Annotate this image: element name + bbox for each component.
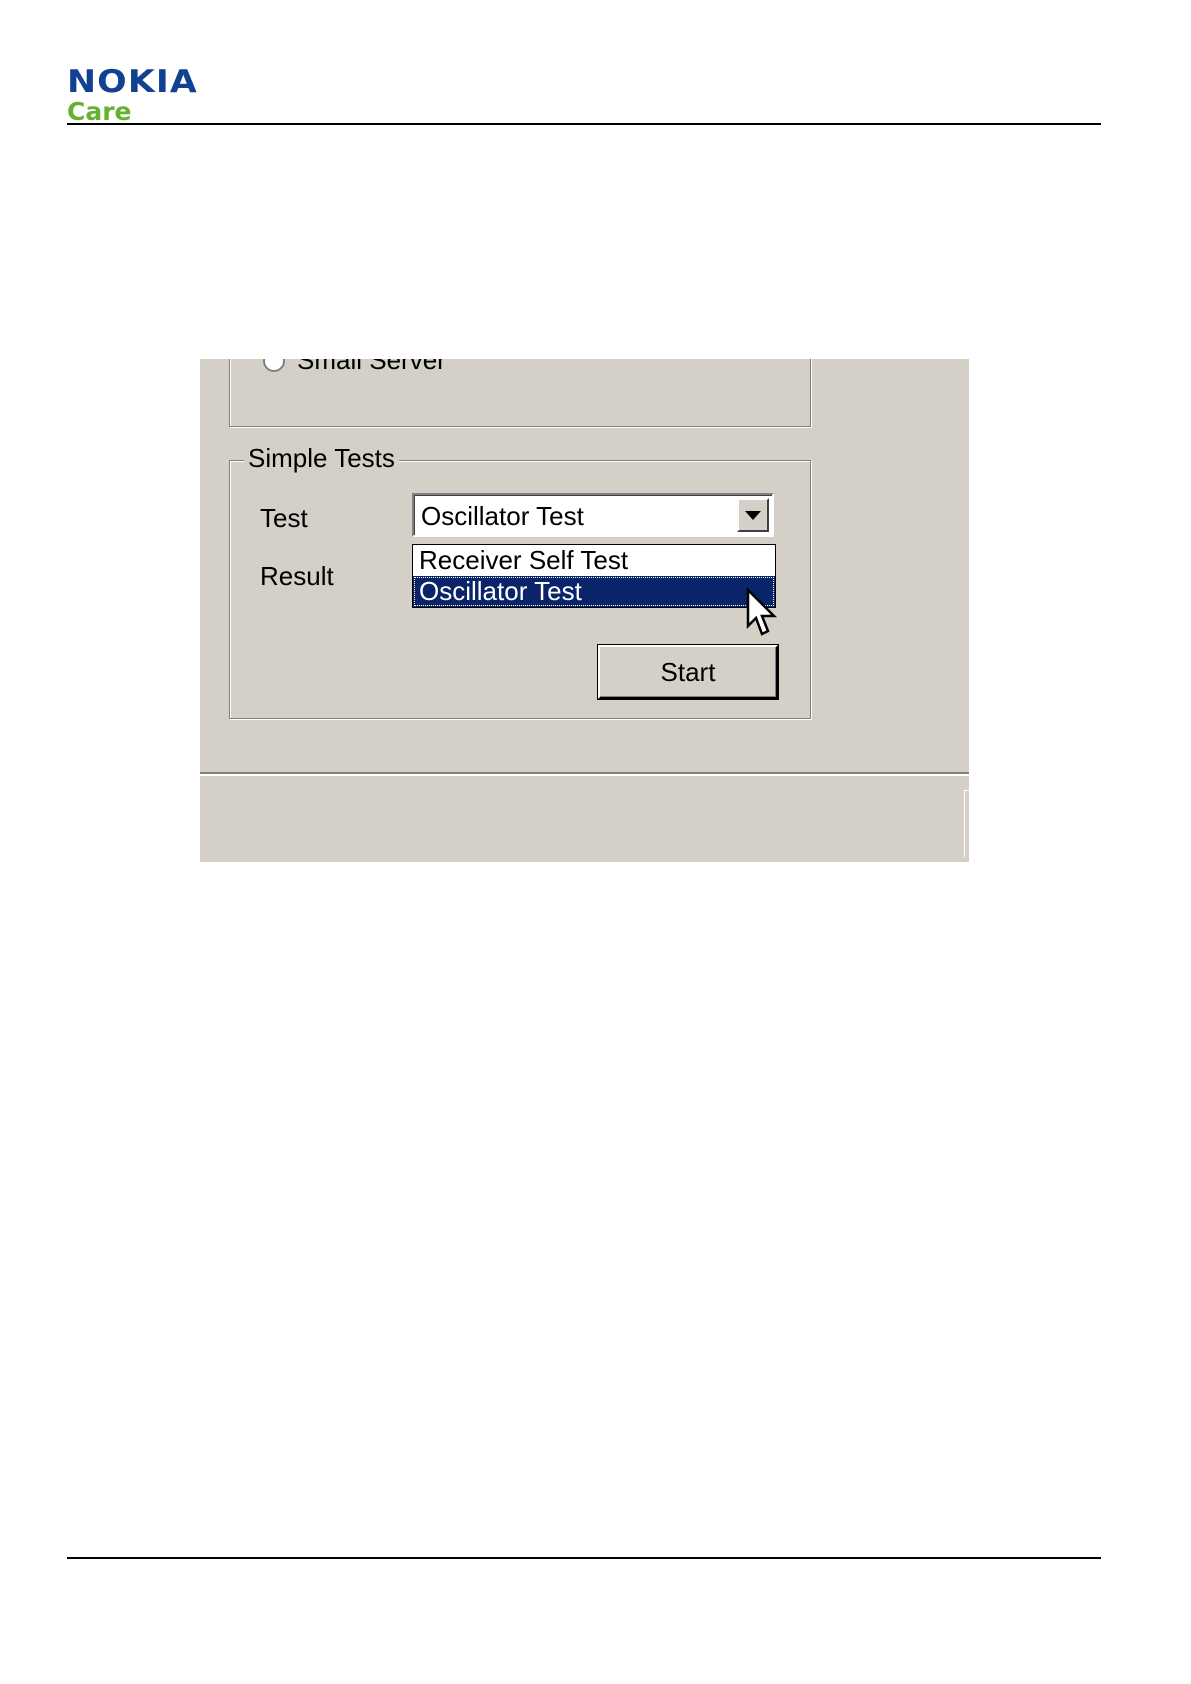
dropdown-button[interactable] xyxy=(737,498,769,532)
dropdown-option-oscillator-test[interactable]: Oscillator Test xyxy=(413,576,775,607)
logo-brand: NOKIA xyxy=(67,64,198,100)
logo-sub: Care xyxy=(67,97,132,126)
test-dropdown-list: Receiver Self Test Oscillator Test xyxy=(412,544,776,608)
test-select-value: Oscillator Test xyxy=(421,501,584,531)
header-rule xyxy=(67,123,1101,125)
nokia-care-logo: NOKIA Care xyxy=(67,66,197,126)
dropdown-option-receiver-self-test[interactable]: Receiver Self Test xyxy=(413,545,775,576)
radio-icon[interactable] xyxy=(263,359,285,372)
mouse-pointer-icon xyxy=(746,588,778,636)
test-select[interactable]: Oscillator Test xyxy=(412,493,774,537)
start-button-label: Start xyxy=(660,656,716,687)
test-label: Test xyxy=(260,503,308,533)
status-bar-divider-highlight xyxy=(200,774,969,776)
chevron-down-icon xyxy=(745,510,761,520)
status-bar-pane xyxy=(964,790,969,857)
radio-option-small-server[interactable]: Small Server xyxy=(263,359,446,376)
simple-tests-legend: Simple Tests xyxy=(244,442,399,474)
application-screenshot: Small Server Simple Tests Test Result Os… xyxy=(200,359,969,862)
radio-label: Small Server xyxy=(297,359,446,375)
start-button[interactable]: Start xyxy=(598,645,778,699)
result-label: Result xyxy=(260,561,334,591)
footer-rule xyxy=(67,1557,1101,1559)
